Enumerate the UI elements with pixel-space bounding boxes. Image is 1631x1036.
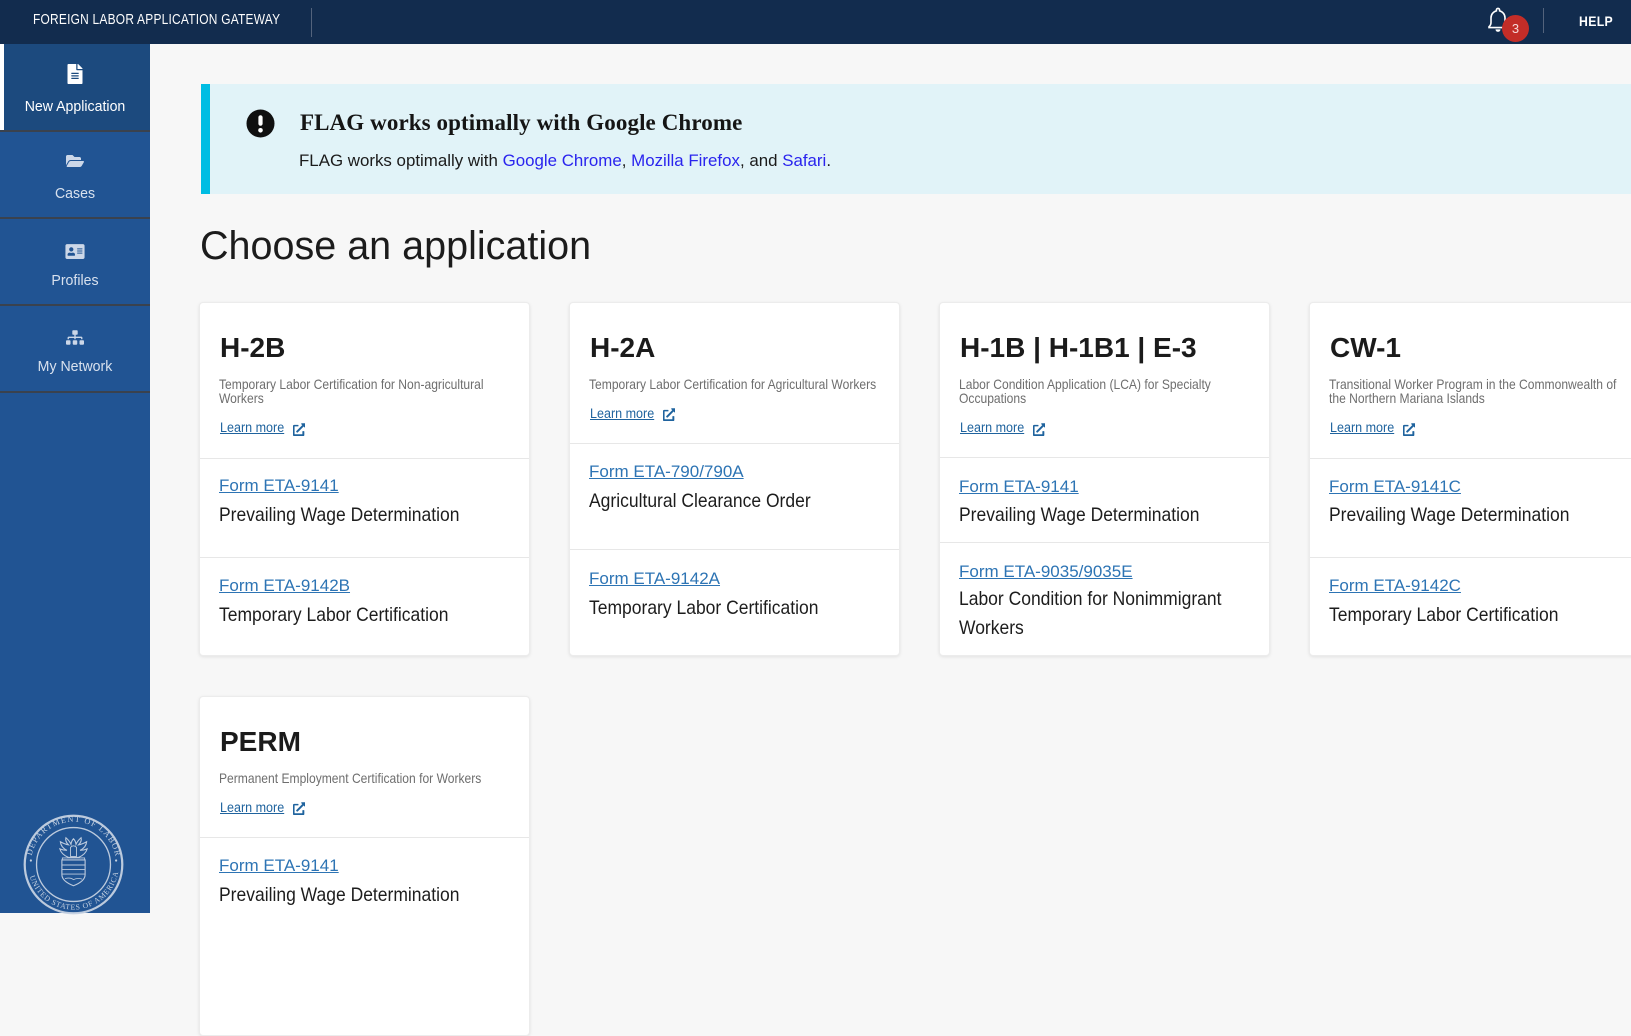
svg-text:UNITED STATES OF AMERICA: UNITED STATES OF AMERICA: [27, 870, 120, 912]
